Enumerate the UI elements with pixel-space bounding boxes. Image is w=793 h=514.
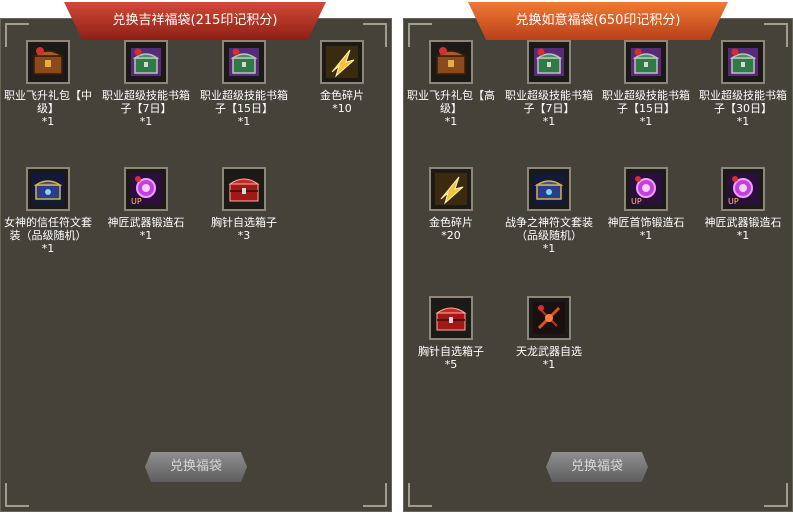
item-slot[interactable] — [222, 40, 266, 84]
item-slot[interactable] — [624, 40, 668, 84]
item-quantity: *1 — [444, 115, 458, 128]
chest-icon — [433, 44, 469, 80]
brooch-chest-icon — [226, 171, 262, 207]
reward-item: 职业超级技能书箱子【7日】 *1 — [100, 40, 192, 128]
reward-item: 职业飞升礼包【中级】 *1 — [2, 40, 94, 128]
skill-chest-icon — [226, 44, 262, 80]
brooch-chest-icon — [433, 300, 469, 336]
item-name: 金色碎片 — [320, 89, 364, 102]
item-slot[interactable] — [527, 167, 571, 211]
item-quantity: *1 — [542, 242, 556, 255]
skill-chest-icon — [725, 44, 761, 80]
reward-item: UP 神匠武器锻造石 *1 — [100, 167, 192, 242]
corner-ornament — [5, 483, 29, 507]
item-slot[interactable]: UP — [721, 167, 765, 211]
reward-item: UP 神匠武器锻造石 *1 — [697, 167, 789, 242]
item-name: 职业超级技能书箱子【15日】 — [200, 89, 288, 115]
item-slot[interactable] — [320, 40, 364, 84]
item-slot[interactable] — [222, 167, 266, 211]
reward-item: 职业超级技能书箱子【30日】 *1 — [697, 40, 789, 128]
item-slot[interactable] — [124, 40, 168, 84]
item-name: 战争之神符文套装（品级随机） — [505, 216, 593, 242]
forge-stone-icon: UP — [725, 171, 761, 207]
reward-item: 女神的信任符文套装（品级随机） *1 — [2, 167, 94, 255]
item-name: 神匠武器锻造石 — [107, 216, 185, 229]
exchange-ruyi-button[interactable]: 兑换福袋 — [546, 452, 648, 482]
item-slot[interactable] — [26, 40, 70, 84]
reward-item: 战争之神符文套装（品级随机） *1 — [503, 167, 595, 255]
item-name: 职业超级技能书箱子【7日】 — [505, 89, 593, 115]
item-quantity: *1 — [736, 115, 750, 128]
panel-title-ruyi: 兑换如意福袋(650印记积分) — [468, 2, 728, 40]
item-slot[interactable] — [429, 296, 473, 340]
item-quantity: *1 — [139, 229, 153, 242]
item-quantity: *1 — [139, 115, 153, 128]
chest-icon — [30, 44, 66, 80]
item-quantity: *3 — [237, 229, 251, 242]
svg-text:UP: UP — [728, 197, 739, 206]
item-slot[interactable] — [527, 296, 571, 340]
item-quantity: *1 — [542, 115, 556, 128]
corner-ornament — [764, 483, 788, 507]
rune-chest-icon — [30, 171, 66, 207]
item-slot[interactable] — [429, 40, 473, 84]
item-name: 天龙武器自选 — [516, 345, 582, 358]
item-quantity: *1 — [41, 242, 55, 255]
reward-item: 职业超级技能书箱子【15日】 *1 — [198, 40, 290, 128]
exchange-auspicious-button[interactable]: 兑换福袋 — [145, 452, 247, 482]
forge-stone-icon: UP — [628, 171, 664, 207]
item-quantity: *10 — [332, 102, 352, 115]
corner-ornament — [408, 483, 432, 507]
svg-text:UP: UP — [131, 197, 142, 206]
reward-item: 职业超级技能书箱子【15日】 *1 — [600, 40, 692, 128]
item-name: 职业超级技能书箱子【15日】 — [602, 89, 690, 115]
svg-text:UP: UP — [631, 197, 642, 206]
item-name: 胸针自选箱子 — [418, 345, 484, 358]
skill-chest-icon — [531, 44, 567, 80]
item-slot[interactable] — [721, 40, 765, 84]
dragon-weapon-icon — [531, 300, 567, 336]
item-quantity: *1 — [237, 115, 251, 128]
item-quantity: *1 — [736, 229, 750, 242]
forge-stone-icon: UP — [128, 171, 164, 207]
reward-item: 金色碎片 *10 — [296, 40, 388, 115]
skill-chest-icon — [628, 44, 664, 80]
item-slot[interactable]: UP — [624, 167, 668, 211]
item-name: 职业超级技能书箱子【7日】 — [102, 89, 190, 115]
item-name: 职业超级技能书箱子【30日】 — [699, 89, 787, 115]
item-name: 神匠武器锻造石 — [704, 216, 782, 229]
reward-item: UP 神匠首饰锻造石 *1 — [600, 167, 692, 242]
gold-shard-icon — [433, 171, 469, 207]
reward-item: 胸针自选箱子 *5 — [405, 296, 497, 371]
panel-title-auspicious: 兑换吉祥福袋(215印记积分) — [64, 2, 326, 40]
item-name: 女神的信任符文套装（品级随机） — [4, 216, 92, 242]
item-slot[interactable]: UP — [124, 167, 168, 211]
item-quantity: *1 — [41, 115, 55, 128]
item-name: 金色碎片 — [429, 216, 473, 229]
item-slot[interactable] — [429, 167, 473, 211]
item-quantity: *1 — [639, 115, 653, 128]
item-name: 职业飞升礼包【高级】 — [407, 89, 495, 115]
item-quantity: *5 — [444, 358, 458, 371]
gold-shard-icon — [324, 44, 360, 80]
rune-chest-icon — [531, 171, 567, 207]
item-name: 胸针自选箱子 — [211, 216, 277, 229]
item-slot[interactable] — [527, 40, 571, 84]
skill-chest-icon — [128, 44, 164, 80]
reward-item: 金色碎片 *20 — [405, 167, 497, 242]
reward-item: 职业超级技能书箱子【7日】 *1 — [503, 40, 595, 128]
item-quantity: *1 — [542, 358, 556, 371]
reward-item: 天龙武器自选 *1 — [503, 296, 595, 371]
reward-item: 胸针自选箱子 *3 — [198, 167, 290, 242]
item-slot[interactable] — [26, 167, 70, 211]
item-quantity: *20 — [441, 229, 461, 242]
item-name: 职业飞升礼包【中级】 — [4, 89, 92, 115]
item-quantity: *1 — [639, 229, 653, 242]
reward-item: 职业飞升礼包【高级】 *1 — [405, 40, 497, 128]
corner-ornament — [363, 483, 387, 507]
item-name: 神匠首饰锻造石 — [607, 216, 685, 229]
